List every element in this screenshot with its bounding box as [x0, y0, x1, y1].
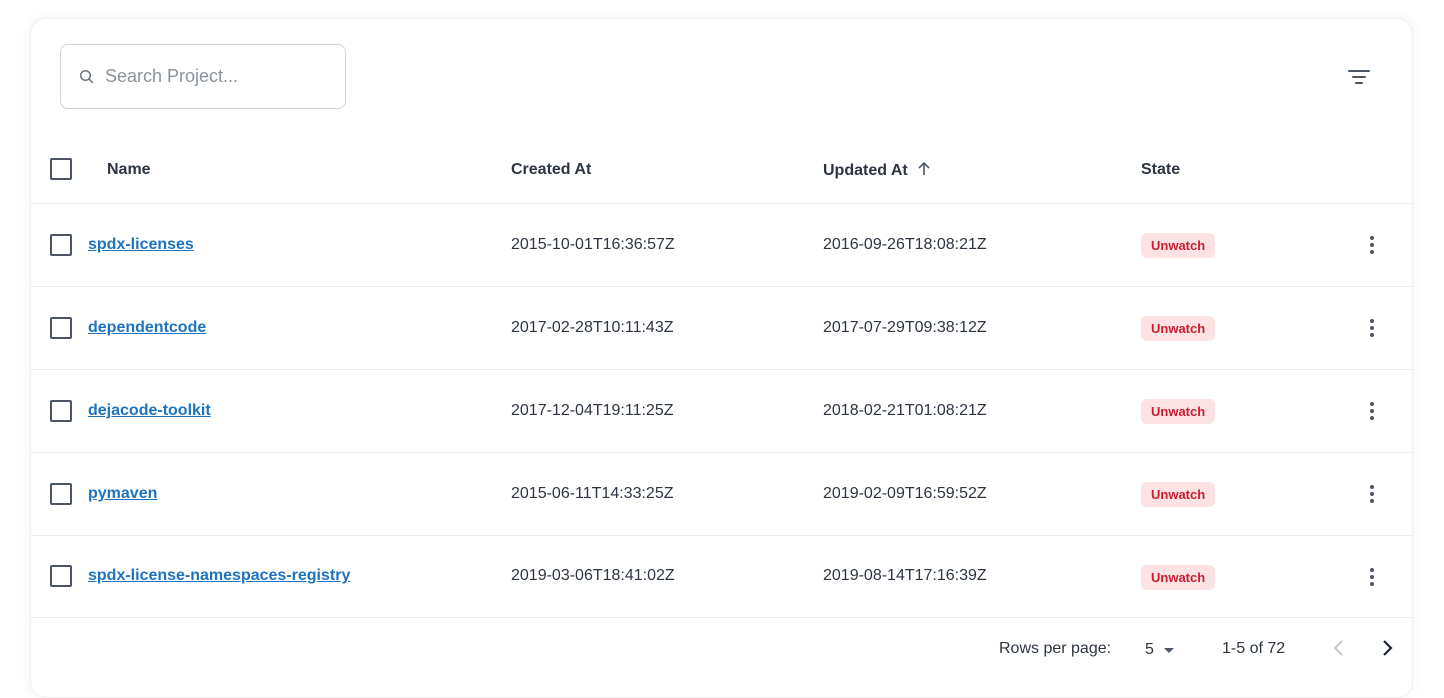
more-vert-icon[interactable]: [1362, 399, 1382, 423]
more-vert-icon[interactable]: [1362, 565, 1382, 589]
project-name-link[interactable]: pymaven: [88, 485, 157, 503]
updated-at-cell: 2016-09-26T18:08:21Z: [823, 236, 987, 253]
row-checkbox[interactable]: [50, 565, 72, 587]
more-vert-icon[interactable]: [1362, 482, 1382, 506]
rows-per-page-value: 5: [1145, 641, 1154, 658]
state-badge[interactable]: Unwatch: [1141, 316, 1216, 341]
created-at-cell: 2019-03-06T18:41:02Z: [511, 567, 675, 584]
projects-card: Name Created At Updated At State spdx-li…: [30, 18, 1413, 698]
filter-icon[interactable]: [1345, 65, 1373, 89]
header-updated-at-label: Updated At: [823, 162, 908, 179]
updated-at-cell: 2019-02-09T16:59:52Z: [823, 485, 987, 502]
divider: [31, 286, 1412, 287]
created-at-cell: 2015-10-01T16:36:57Z: [511, 236, 675, 253]
search-field[interactable]: [60, 44, 346, 109]
updated-at-cell: 2017-07-29T09:38:12Z: [823, 319, 987, 336]
header-created-at[interactable]: Created At: [511, 161, 591, 179]
created-at-cell: 2017-12-04T19:11:25Z: [511, 402, 674, 419]
rows-per-page-select[interactable]: 5: [1145, 638, 1176, 662]
created-at-cell: 2015-06-11T14:33:25Z: [511, 485, 674, 502]
divider: [31, 369, 1412, 370]
state-badge[interactable]: Unwatch: [1141, 482, 1216, 507]
select-all-checkbox[interactable]: [50, 158, 72, 180]
header-state[interactable]: State: [1141, 161, 1180, 179]
more-vert-icon[interactable]: [1362, 316, 1382, 340]
more-vert-icon[interactable]: [1362, 233, 1382, 257]
state-badge[interactable]: Unwatch: [1141, 565, 1216, 590]
divider: [31, 535, 1412, 536]
row-checkbox[interactable]: [50, 234, 72, 256]
divider: [31, 452, 1412, 453]
divider: [31, 203, 1412, 204]
row-checkbox[interactable]: [50, 400, 72, 422]
state-badge[interactable]: Unwatch: [1141, 233, 1216, 258]
divider: [31, 617, 1412, 618]
project-name-link[interactable]: dependentcode: [88, 319, 206, 337]
created-at-cell: 2017-02-28T10:11:43Z: [511, 319, 674, 336]
project-name-link[interactable]: spdx-license-namespaces-registry: [88, 567, 350, 585]
project-name-link[interactable]: dejacode-toolkit: [88, 402, 211, 420]
chevron-right-icon[interactable]: [1375, 636, 1399, 660]
state-badge[interactable]: Unwatch: [1141, 399, 1216, 424]
pagination-range: 1-5 of 72: [1222, 640, 1286, 657]
search-input[interactable]: [105, 45, 335, 108]
rows-per-page-label: Rows per page:: [999, 640, 1112, 657]
updated-at-cell: 2018-02-21T01:08:21Z: [823, 402, 987, 419]
header-updated-at[interactable]: Updated At: [823, 161, 932, 180]
project-name-link[interactable]: spdx-licenses: [88, 236, 194, 254]
updated-at-cell: 2019-08-14T17:16:39Z: [823, 567, 987, 584]
chevron-left-icon[interactable]: [1327, 636, 1351, 660]
search-icon: [79, 69, 94, 84]
caret-down-icon: [1163, 648, 1174, 653]
row-checkbox[interactable]: [50, 317, 72, 339]
row-checkbox[interactable]: [50, 483, 72, 505]
sort-arrow-up-icon[interactable]: [916, 161, 932, 177]
header-name[interactable]: Name: [107, 161, 151, 179]
